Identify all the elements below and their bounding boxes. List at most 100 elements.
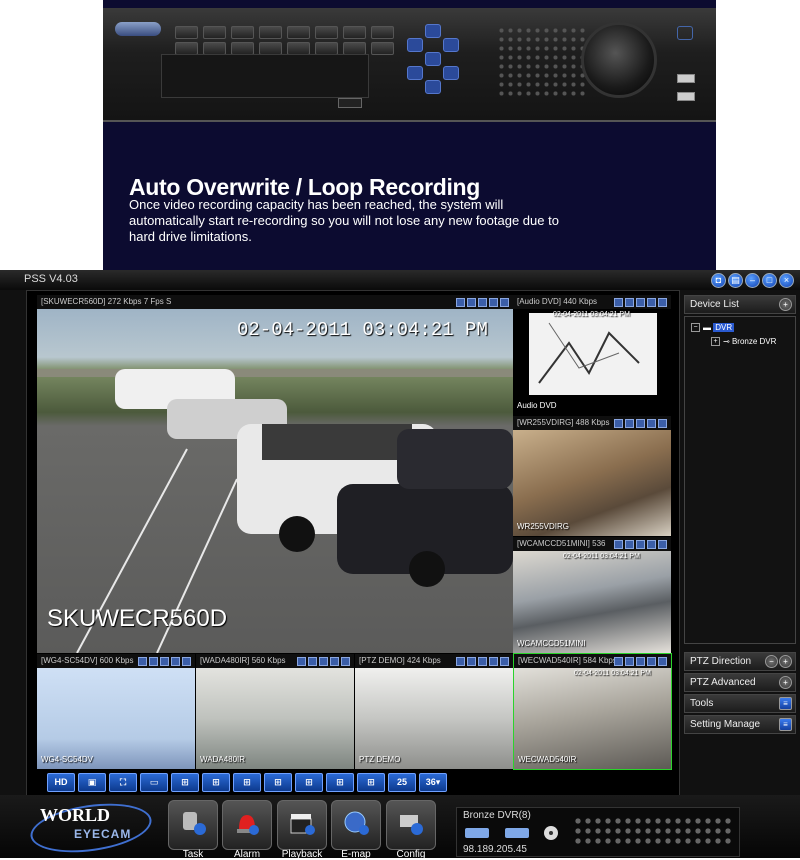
device-list-header[interactable]: Device List + [684, 295, 796, 314]
parking-lot-scene [37, 369, 513, 653]
add-icon[interactable]: + [779, 298, 792, 311]
layout-20-icon[interactable]: ⊞ [357, 773, 385, 792]
talk-icon[interactable] [647, 657, 656, 666]
alarm-button[interactable]: Alarm [222, 800, 272, 860]
window-controls: ◘ ▤ – □ × [711, 273, 794, 288]
layout-13-icon[interactable]: ⊞ [295, 773, 323, 792]
config-button[interactable]: Config [386, 800, 436, 860]
talk-icon[interactable] [647, 540, 656, 549]
layout-1-icon[interactable]: ▭ [140, 773, 168, 792]
video-pane[interactable]: [WADA480IR] 560 Kbps WADA480IR [196, 654, 354, 769]
playback-button[interactable]: Playback [277, 800, 327, 860]
collapse-icon[interactable]: − [691, 323, 700, 333]
snapshot-icon[interactable] [297, 657, 306, 666]
hd-button[interactable]: HD [47, 773, 75, 792]
config-gear-icon [400, 815, 423, 835]
audio-icon[interactable] [478, 657, 487, 666]
audio-icon[interactable] [636, 540, 645, 549]
menu-icon[interactable]: ≡ [779, 718, 792, 731]
lock-icon[interactable]: ◘ [711, 273, 726, 288]
layout-36-button[interactable]: 36▾ [419, 773, 447, 792]
tree-node-dvr[interactable]: − ▬ DVR [691, 323, 735, 333]
pane-tools [297, 657, 350, 666]
audio-icon[interactable] [478, 298, 487, 307]
world-eyecam-logo: WORLD EYECAM [27, 796, 155, 860]
close-icon[interactable] [658, 419, 667, 428]
layout-25-button[interactable]: 25 [388, 773, 416, 792]
menu-icon[interactable]: ≡ [779, 697, 792, 710]
audio-icon[interactable] [160, 657, 169, 666]
close-icon[interactable] [500, 298, 509, 307]
emap-label: E-map [341, 849, 371, 860]
talk-icon[interactable] [330, 657, 339, 666]
close-icon[interactable] [658, 540, 667, 549]
talk-icon[interactable] [647, 419, 656, 428]
add-icon[interactable]: + [779, 655, 792, 668]
video-pane[interactable]: [WG4-SC54DV] 600 Kbps WG4-SC54DV [37, 654, 195, 769]
video-camera-name: WG4-SC54DV [41, 755, 94, 764]
talk-icon[interactable] [647, 298, 656, 307]
fullscreen-icon[interactable]: ▣ [78, 773, 106, 792]
record-icon[interactable] [149, 657, 158, 666]
close-icon[interactable]: × [779, 273, 794, 288]
record-icon[interactable] [308, 657, 317, 666]
snapshot-icon[interactable] [138, 657, 147, 666]
emap-button[interactable]: E-map [331, 800, 381, 860]
audio-icon[interactable] [319, 657, 328, 666]
close-icon[interactable] [658, 298, 667, 307]
video-timestamp: 02-04-2011 03:04:21 PM [563, 553, 640, 560]
layout-9-icon[interactable]: ⊞ [264, 773, 292, 792]
audio-icon[interactable] [636, 298, 645, 307]
task-button[interactable]: Task [168, 800, 218, 860]
video-feed: PTZ DEMO [355, 668, 513, 769]
ptz-direction-header[interactable]: PTZ Direction − + [684, 652, 796, 671]
audio-icon[interactable] [636, 419, 645, 428]
snapshot-icon[interactable] [614, 298, 623, 307]
layout-4-icon[interactable]: ⊞ [171, 773, 199, 792]
close-icon[interactable] [658, 657, 667, 666]
video-timestamp: 02-04-2011 03:04:21 PM [237, 319, 488, 341]
expand-icon[interactable]: + [711, 337, 720, 347]
layout-16-icon[interactable]: ⊞ [326, 773, 354, 792]
setting-manage-header[interactable]: Setting Manage ≡ [684, 715, 796, 734]
pane-title: [WECWAD540IR] 584 Kbps [518, 656, 617, 665]
pane-header: [WADA480IR] 560 Kbps [196, 654, 354, 668]
snapshot-icon[interactable] [456, 657, 465, 666]
tree-node-bronze-dvr[interactable]: + ⊸ Bronze DVR [711, 337, 776, 347]
snapshot-icon[interactable] [614, 419, 623, 428]
record-icon[interactable] [467, 657, 476, 666]
talk-icon[interactable] [489, 298, 498, 307]
video-pane[interactable]: [PTZ DEMO] 424 Kbps PTZ DEMO [355, 654, 513, 769]
audio-icon[interactable] [636, 657, 645, 666]
record-icon[interactable] [625, 419, 634, 428]
layout-8-icon[interactable]: ⊞ [233, 773, 261, 792]
close-icon[interactable] [341, 657, 350, 666]
ptz-advanced-header[interactable]: PTZ Advanced + [684, 673, 796, 692]
snapshot-icon[interactable] [614, 540, 623, 549]
fit-screen-icon[interactable]: ⛶ [109, 773, 137, 792]
record-icon[interactable] [467, 298, 476, 307]
video-pane-main[interactable]: [SKUWECR560D] 272 Kbps 7 Fps S 02-04-201… [37, 295, 513, 653]
pane-header: [SKUWECR560D] 272 Kbps 7 Fps S [37, 295, 513, 309]
close-icon[interactable] [500, 657, 509, 666]
video-pane[interactable]: [WR255VDIRG] 488 Kbps WR255VDIRG [513, 416, 671, 536]
snapshot-icon[interactable] [456, 298, 465, 307]
close-icon[interactable] [182, 657, 191, 666]
layout-6-icon[interactable]: ⊞ [202, 773, 230, 792]
minus-icon[interactable]: − [765, 655, 778, 668]
video-pane[interactable]: [Audio DVD] 440 Kbps 02-04-2011 03:04:21… [513, 295, 671, 415]
record-icon[interactable] [625, 298, 634, 307]
talk-icon[interactable] [489, 657, 498, 666]
video-pane-selected[interactable]: [WECWAD540IR] 584 Kbps 02-04-2011 03:04:… [513, 653, 672, 770]
talk-icon[interactable] [171, 657, 180, 666]
video-pane[interactable]: [WCAMCCD51MINI] 536 02-04-2011 03:04:21 … [513, 537, 671, 653]
record-icon[interactable] [625, 540, 634, 549]
maximize-icon[interactable]: □ [762, 273, 777, 288]
record-icon[interactable] [625, 657, 634, 666]
tools-header[interactable]: Tools ≡ [684, 694, 796, 713]
camera-task-icon [183, 812, 206, 835]
add-icon[interactable]: + [779, 676, 792, 689]
help-icon[interactable]: ▤ [728, 273, 743, 288]
snapshot-icon[interactable] [614, 657, 623, 666]
minimize-icon[interactable]: – [745, 273, 760, 288]
